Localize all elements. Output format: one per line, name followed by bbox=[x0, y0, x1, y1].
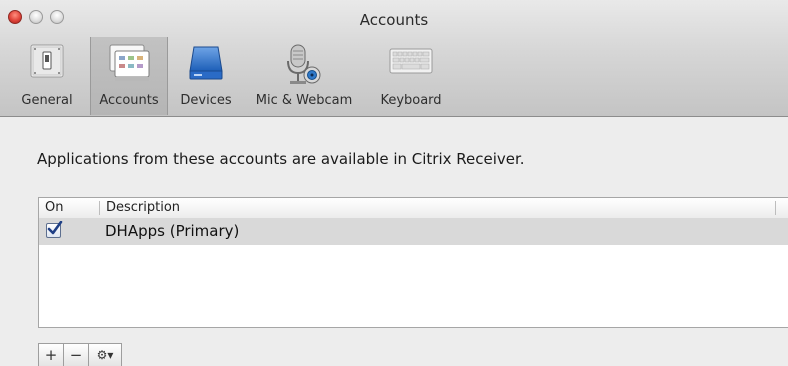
column-header-description[interactable]: Description bbox=[106, 200, 180, 215]
mic-webcam-icon bbox=[287, 44, 321, 84]
general-switch-icon bbox=[30, 44, 64, 78]
toolbar-label-keyboard: Keyboard bbox=[380, 93, 442, 108]
remove-account-button[interactable]: − bbox=[63, 343, 89, 366]
add-account-button[interactable]: + bbox=[38, 343, 64, 366]
toolbar-label-accounts: Accounts bbox=[99, 93, 159, 108]
column-header-on[interactable]: On bbox=[45, 200, 63, 215]
accounts-pane: Applications from these accounts are ava… bbox=[0, 117, 788, 366]
column-divider bbox=[775, 201, 776, 215]
gear-menu-button[interactable]: ⚙▾ bbox=[88, 343, 122, 366]
column-divider bbox=[99, 201, 100, 215]
toolbar-item-general[interactable]: General bbox=[20, 37, 74, 115]
toolbar-label-mic-webcam: Mic & Webcam bbox=[255, 93, 353, 108]
table-header: On Description bbox=[39, 198, 788, 219]
keyboard-icon bbox=[389, 48, 433, 74]
devices-icon bbox=[189, 46, 223, 80]
window-title: Accounts bbox=[359, 11, 429, 29]
preferences-window: Accounts General Accounts Devices Mic & … bbox=[0, 0, 788, 366]
toolbar-label-general: General bbox=[21, 93, 73, 108]
toolbar-label-devices: Devices bbox=[180, 93, 232, 108]
toolbar-item-accounts[interactable]: Accounts bbox=[90, 37, 168, 115]
checkmark-icon bbox=[47, 221, 63, 235]
accounts-icon bbox=[109, 44, 150, 81]
accounts-description: Applications from these accounts are ava… bbox=[37, 150, 525, 168]
toolbar-item-mic-webcam[interactable]: Mic & Webcam bbox=[248, 37, 360, 115]
accounts-table[interactable]: On Description DHApps (Primary) bbox=[38, 197, 788, 328]
window-toolbar: Accounts General Accounts Devices Mic & … bbox=[0, 0, 788, 117]
toolbar-item-keyboard[interactable]: Keyboard bbox=[372, 37, 450, 115]
account-enabled-checkbox[interactable] bbox=[46, 221, 63, 238]
toolbar-item-devices[interactable]: Devices bbox=[176, 37, 236, 115]
table-row[interactable]: DHApps (Primary) bbox=[39, 218, 788, 245]
account-description: DHApps (Primary) bbox=[105, 222, 240, 240]
